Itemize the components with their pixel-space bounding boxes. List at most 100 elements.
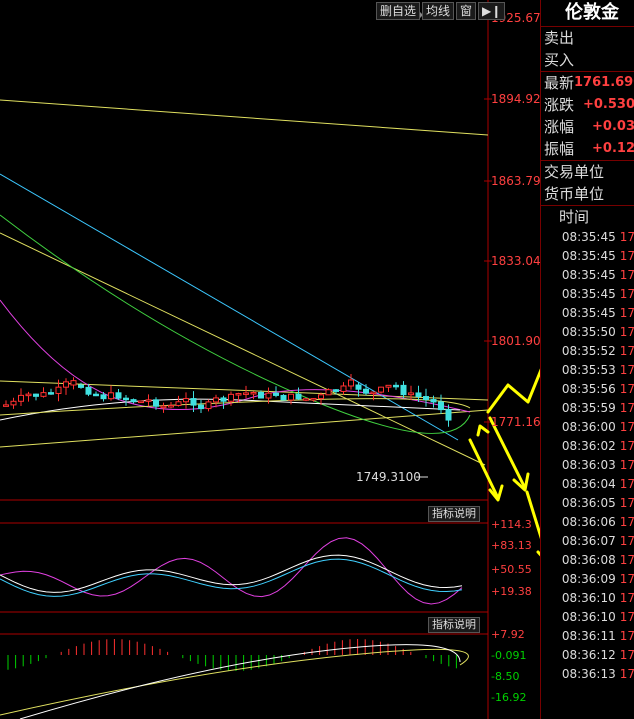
- candle-body: [430, 399, 437, 403]
- trade-unit-row: 交易单位: [541, 161, 634, 183]
- candle-body: [33, 393, 39, 397]
- tick-time: 08:35:45: [561, 287, 616, 301]
- candle-body: [168, 404, 174, 408]
- currency-unit-label: 货币单位: [544, 185, 605, 203]
- indicator2-axis-label: +7.92: [491, 628, 525, 641]
- tick-row: 08:36:11 17: [541, 627, 634, 646]
- candle-body: [3, 404, 9, 407]
- tick-row: 08:36:08 17: [541, 551, 634, 570]
- price-axis-label: 1801.909: [491, 334, 540, 348]
- tick-row: 08:35:45 17: [541, 304, 634, 323]
- tick-row: 08:36:02 17: [541, 437, 634, 456]
- candle-body: [40, 392, 47, 397]
- tick-price: 17: [619, 249, 634, 263]
- candle-body: [190, 398, 197, 406]
- candle-body: [153, 399, 159, 407]
- tick-price: 17: [619, 363, 634, 377]
- tick-row: 08:36:13 17: [541, 665, 634, 684]
- candle-body: [55, 386, 62, 394]
- tick-time: 08:36:08: [561, 553, 616, 567]
- tick-row: 08:35:56 17: [541, 380, 634, 399]
- low-price-label: 1749.3100: [356, 470, 421, 484]
- tick-row: 08:35:45 17: [541, 247, 634, 266]
- candle-body: [100, 394, 107, 400]
- panel-toggle-icon[interactable]: ▶❙: [478, 2, 506, 20]
- tick-time: 08:36:04: [561, 477, 616, 491]
- tick-price: 17: [619, 648, 634, 662]
- candle-body: [438, 401, 444, 411]
- latest-row: 最新1761.690: [541, 72, 634, 94]
- instrument-title: 伦敦金: [541, 0, 634, 27]
- tick-time: 08:36:09: [561, 572, 616, 586]
- tick-time: 08:36:11: [561, 629, 616, 643]
- candle-body: [108, 392, 114, 400]
- sell-row[interactable]: 卖出: [541, 27, 634, 49]
- candle-body: [370, 391, 377, 395]
- candle-body: [78, 384, 84, 388]
- indicator1-k-line: [0, 554, 463, 593]
- indicator1-axis-label: +114.3: [491, 518, 532, 531]
- indicator1-axis-label: +19.38: [491, 585, 532, 598]
- tick-price: 17: [619, 591, 634, 605]
- amplitude-row: 振幅 +0.12: [541, 138, 634, 161]
- indicator-help-button-1[interactable]: 指标说明: [428, 506, 480, 522]
- candle-body: [250, 391, 257, 395]
- price-axis-label: 1863.790: [491, 174, 540, 188]
- macd-dif-line: [19, 644, 461, 719]
- amplitude-value: +0.12: [592, 141, 634, 156]
- candle-body: [70, 380, 77, 386]
- candle-body: [175, 401, 182, 406]
- candle-body: [310, 398, 317, 401]
- delete-favorite-button[interactable]: 删自选: [376, 2, 421, 20]
- candle-body: [378, 386, 384, 393]
- tick-price: 17: [619, 439, 634, 453]
- indicator-help-button-2[interactable]: 指标说明: [428, 617, 480, 633]
- buy-row[interactable]: 买入: [541, 49, 634, 72]
- candle-body: [280, 394, 287, 401]
- percent-label: 涨幅: [544, 118, 575, 136]
- tick-price: 17: [619, 306, 634, 320]
- tick-price: 17: [619, 534, 634, 548]
- chart-area[interactable]: 1925.6721894.9231863.7901833.0421801.909…: [0, 0, 540, 719]
- candle-body: [423, 396, 429, 401]
- quote-panel: 伦敦金 卖出 买入 最新1761.690 涨跌 +0.530 涨幅 +0.03 振幅…: [540, 0, 634, 719]
- candle-body: [348, 379, 354, 387]
- indicator2-axis-label: -8.50: [491, 670, 519, 683]
- candlestick-chart[interactable]: 1925.6721894.9231863.7901833.0421801.909…: [0, 0, 540, 719]
- candle-body: [333, 389, 339, 392]
- candle-body: [145, 399, 152, 402]
- window-button[interactable]: 窗: [456, 2, 477, 20]
- candle-body: [160, 405, 167, 409]
- change-value: +0.530: [582, 97, 634, 112]
- candle-body: [393, 384, 399, 388]
- tick-price: 17: [619, 420, 634, 434]
- candle-body: [445, 409, 452, 421]
- tick-price: 17: [619, 667, 634, 681]
- candle-body: [265, 392, 272, 399]
- candle-body: [123, 397, 129, 401]
- tick-list[interactable]: 08:35:45 17 08:35:45 17 08:35:45 17 08:35:45 17…: [541, 228, 634, 684]
- candle-body: [318, 394, 324, 400]
- tick-price: 17: [619, 230, 634, 244]
- macd-dea-line: [0, 648, 469, 716]
- change-row: 涨跌 +0.530: [541, 94, 634, 116]
- resistance-line-top: [0, 99, 489, 136]
- tick-time: 08:35:59: [561, 401, 616, 415]
- candle-body: [183, 398, 189, 403]
- tick-price: 17: [619, 287, 634, 301]
- percent-row: 涨幅 +0.03: [541, 116, 634, 138]
- indicator1-j-line: [0, 537, 463, 605]
- candle-body: [400, 384, 407, 396]
- tick-price: 17: [619, 325, 634, 339]
- chart-toolbar: 删自选 均线 窗 ▶❙: [376, 2, 506, 20]
- indicator2-axis-label: -16.92: [491, 691, 526, 704]
- tick-row: 08:35:52 17: [541, 342, 634, 361]
- moving-average-button[interactable]: 均线: [422, 2, 455, 20]
- candle-body: [385, 384, 392, 388]
- candle-body: [228, 393, 234, 402]
- candle-body: [258, 391, 264, 399]
- tick-time: 08:35:45: [561, 268, 616, 282]
- tick-row: 08:35:50 17: [541, 323, 634, 342]
- tick-time: 08:35:56: [561, 382, 616, 396]
- tick-time: 08:36:02: [561, 439, 616, 453]
